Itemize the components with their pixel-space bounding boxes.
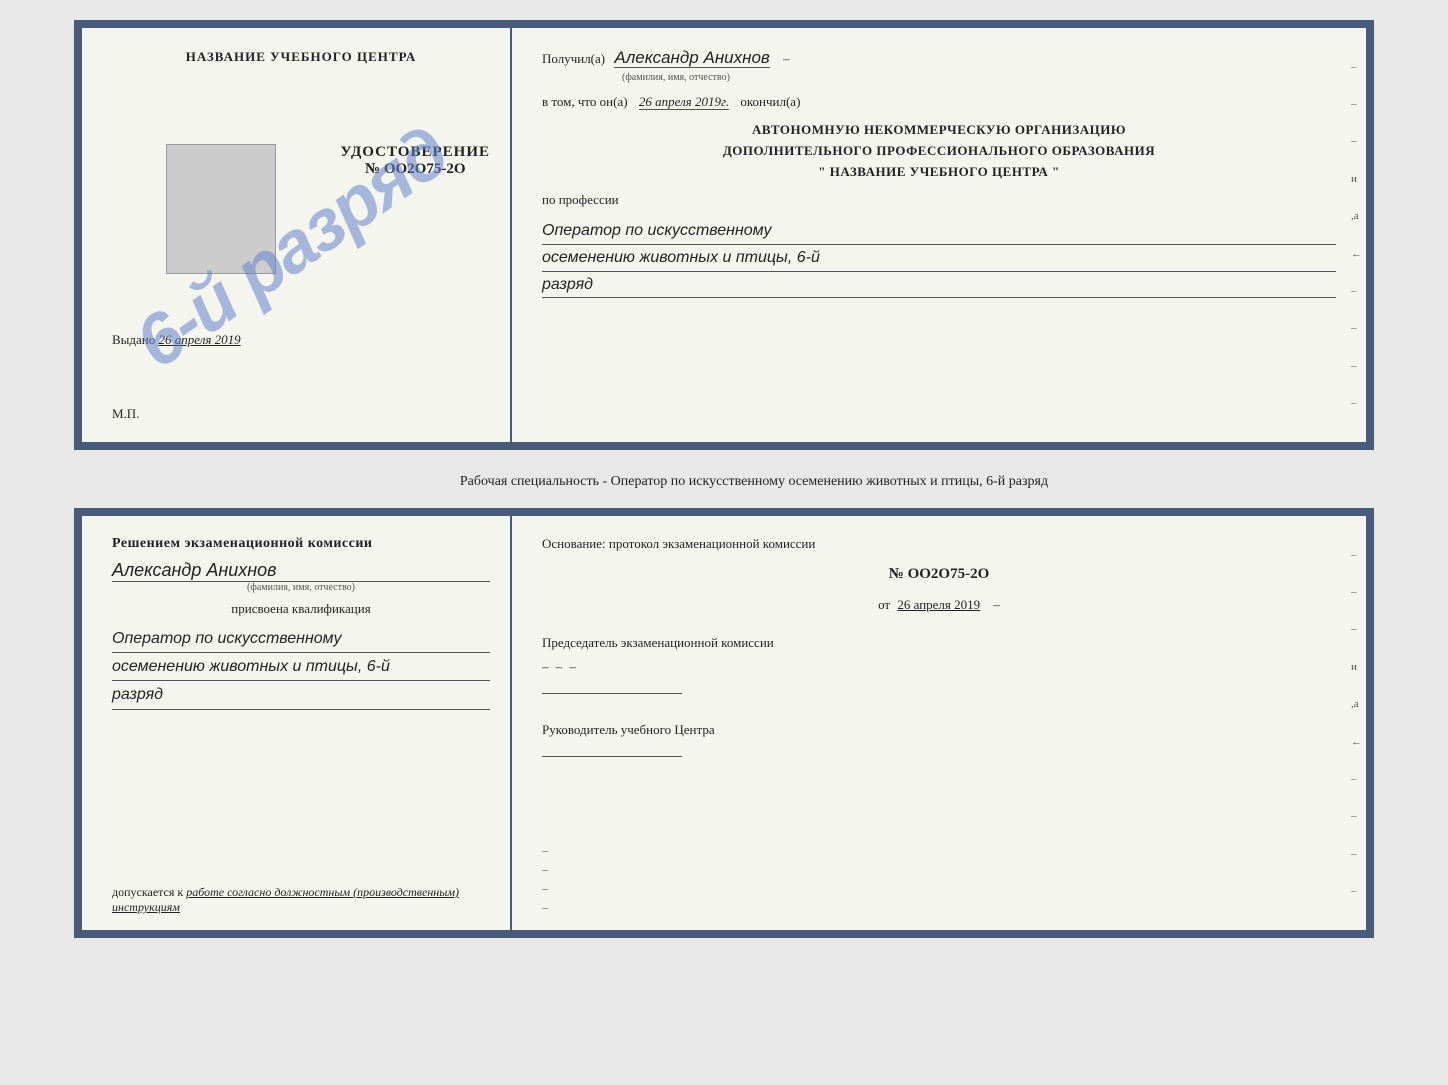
protocol-date: от 26 апреля 2019 – <box>542 597 1336 613</box>
org-line1: АВТОНОМНУЮ НЕКОММЕРЧЕСКУЮ ОРГАНИЗАЦИЮ <box>542 120 1336 141</box>
side-marks-bottom: – – – и ,а ← – – – – <box>1351 516 1362 930</box>
photo-placeholder <box>166 144 276 274</box>
director-signature <box>542 739 682 757</box>
bottom-fio-caption: (фамилия, имя, отчество) <box>112 582 490 593</box>
bottom-name-block: Александр Анихнов (фамилия, имя, отчеств… <box>112 560 490 593</box>
org-line2: ДОПОЛНИТЕЛЬНОГО ПРОФЕССИОНАЛЬНОГО ОБРАЗО… <box>542 141 1336 162</box>
dash1: – <box>783 51 790 66</box>
received-label: Получил(а) <box>542 51 605 66</box>
qual-line3: разряд <box>112 681 490 709</box>
in-that-line: в том, что он(а) 26 апреля 2019г. окончи… <box>542 94 1336 110</box>
udostoverenie-block: УДОСТОВЕРЕНИЕ № OO2O75-2O <box>341 144 491 178</box>
received-line: Получил(а) Александр Анихнов – (фамилия,… <box>542 48 1336 84</box>
vydano-date: 26 апреля 2019 <box>159 332 241 347</box>
chairman-block: Председатель экзаменационной комиссии – … <box>542 633 1336 700</box>
profession-line2: осеменению животных и птицы, 6-й <box>542 245 1336 272</box>
protocol-num: № OO2O75-2O <box>542 566 1336 583</box>
osnov-label: Основание: протокол экзаменационной коми… <box>542 536 1336 552</box>
udostoverenie-label: УДОСТОВЕРЕНИЕ <box>341 144 491 161</box>
vydano-label: Выдано <box>112 332 155 347</box>
resolution-title: Решением экзаменационной комиссии <box>112 536 490 552</box>
udostoverenie-num: № OO2O75-2O <box>341 161 491 178</box>
protocol-date-prefix: от <box>878 597 890 612</box>
protocol-date-value: 26 апреля 2019 <box>897 597 980 612</box>
extra-dashes: – – – – <box>542 843 1336 915</box>
допускается-label: допускается к <box>112 885 183 899</box>
completion-date: 26 апреля 2019г. <box>639 94 729 110</box>
certificate-bottom: Решением экзаменационной комиссии Алекса… <box>74 508 1374 938</box>
cert-bottom-left: Решением экзаменационной комиссии Алекса… <box>82 516 512 930</box>
finished-label: окончил(а) <box>740 94 800 109</box>
received-name: Александр Анихнов <box>614 48 769 68</box>
in-that-label: в том, что он(а) <box>542 94 628 109</box>
qual-block: Оператор по искусственному осеменению жи… <box>112 625 490 710</box>
cert-top-left: НАЗВАНИЕ УЧЕБНОГО ЦЕНТРА 6-й разряд УДОС… <box>82 28 512 442</box>
допускается-block: допускается к работе согласно должностны… <box>112 885 490 915</box>
director-label: Руководитель учебного Центра <box>542 720 1336 740</box>
vydano-block: Выдано 26 апреля 2019 <box>112 332 490 348</box>
org-block-top: АВТОНОМНУЮ НЕКОММЕРЧЕСКУЮ ОРГАНИЗАЦИЮ ДО… <box>542 120 1336 182</box>
certificate-top: НАЗВАНИЕ УЧЕБНОГО ЦЕНТРА 6-й разряд УДОС… <box>74 20 1374 450</box>
assigned-label: присвоена квалификация <box>112 601 490 617</box>
chairman-label: Председатель экзаменационной комиссии <box>542 633 1336 653</box>
side-marks-top: – – – и ,а ← – – – – <box>1351 28 1362 442</box>
qual-line1: Оператор по искусственному <box>112 625 490 653</box>
qual-line2: осеменению животных и птицы, 6-й <box>112 653 490 681</box>
fio-caption-top: (фамилия, имя, отчество) <box>622 72 730 83</box>
director-block: Руководитель учебного Центра <box>542 720 1336 763</box>
org-line3: " НАЗВАНИЕ УЧЕБНОГО ЦЕНТРА " <box>542 162 1336 183</box>
profession-line3: разряд <box>542 272 1336 299</box>
middle-caption: Рабочая специальность - Оператор по иску… <box>400 468 1048 490</box>
cert-bottom-right: – – – и ,а ← – – – – Основание: протокол… <box>512 516 1366 930</box>
profession-label-top: по профессии <box>542 192 1336 208</box>
cert-top-right: – – – и ,а ← – – – – Получил(а) Александ… <box>512 28 1366 442</box>
bottom-name: Александр Анихнов <box>112 560 490 582</box>
mp-label: М.П. <box>112 406 490 422</box>
chairman-signature <box>542 676 682 694</box>
profession-name-top: Оператор по искусственному осеменению жи… <box>542 218 1336 298</box>
profession-line1: Оператор по искусственному <box>542 218 1336 245</box>
org-name-top: НАЗВАНИЕ УЧЕБНОГО ЦЕНТРА <box>112 48 490 66</box>
